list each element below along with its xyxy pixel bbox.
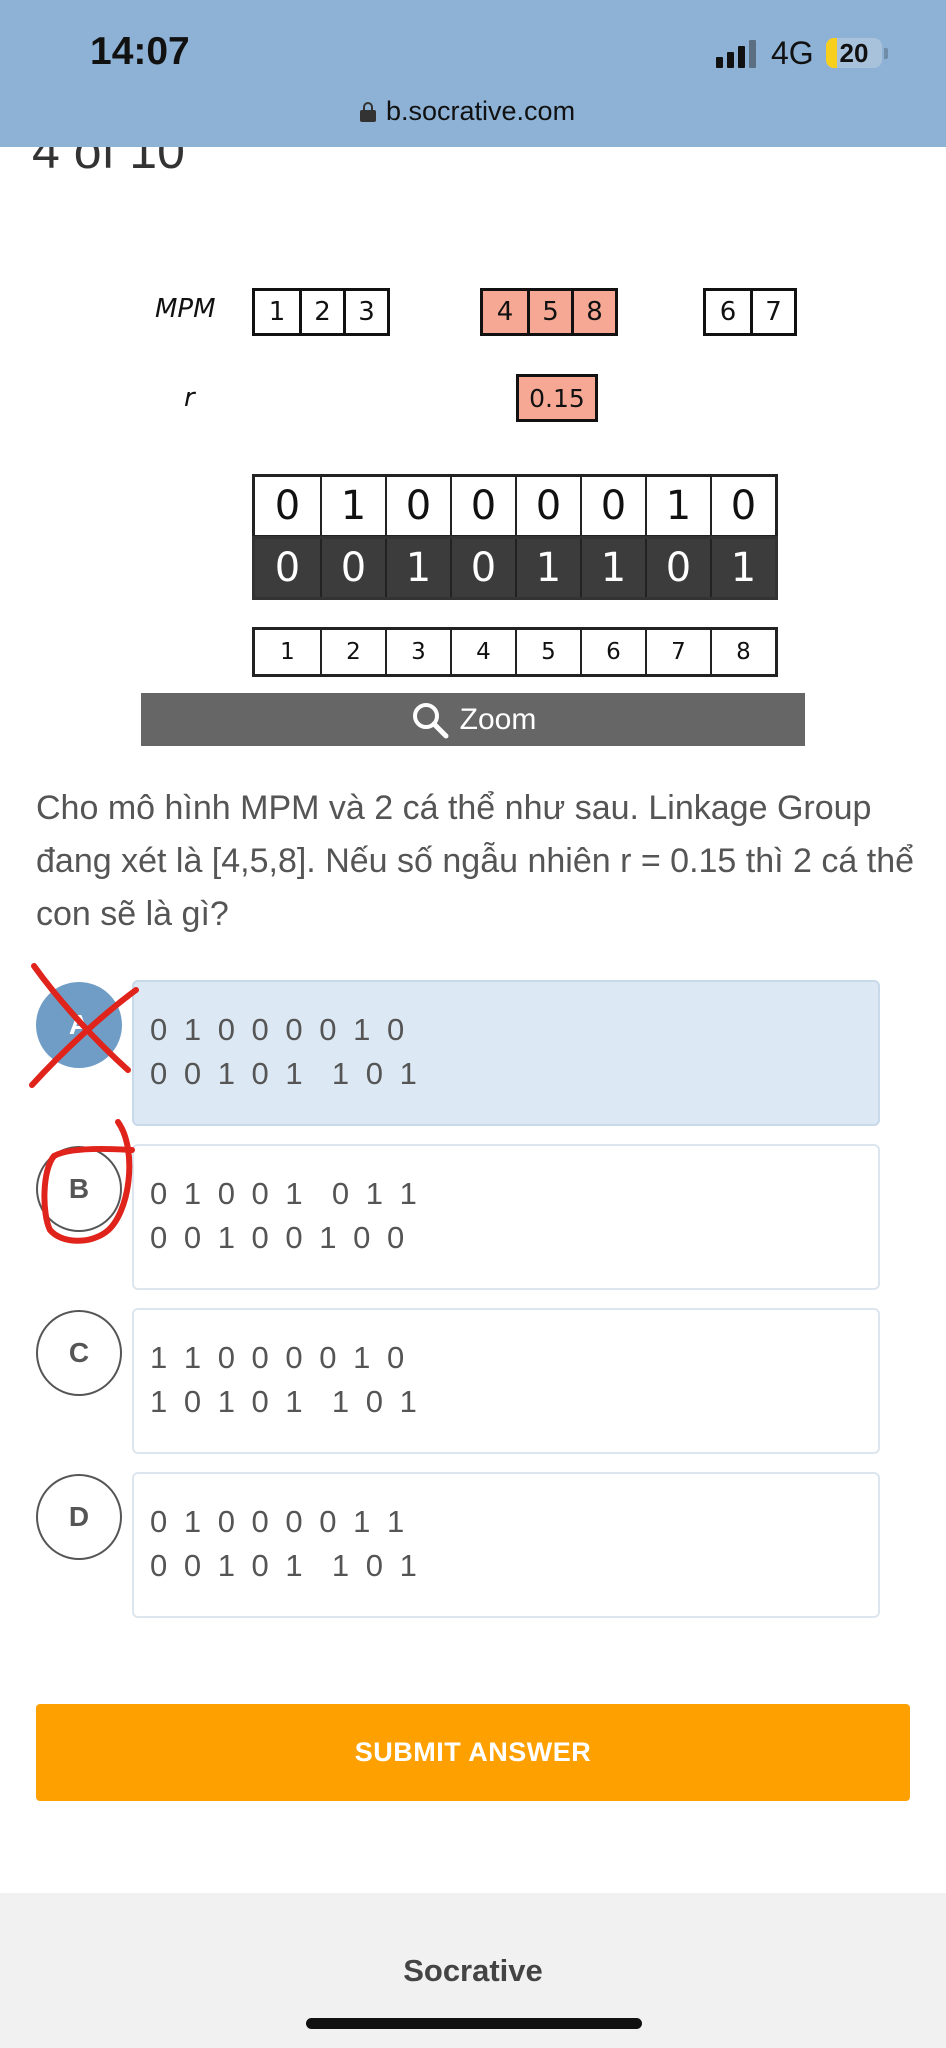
- answer-line-2: 1 0 1 0 1 1 0 1: [150, 1384, 421, 1419]
- gene-cell: 1: [645, 477, 710, 535]
- gene-cell: 0: [320, 539, 385, 597]
- home-indicator[interactable]: [306, 2018, 642, 2029]
- battery-icon: 20: [826, 38, 882, 68]
- mpm-cell: 2: [299, 291, 343, 333]
- answer-option-b[interactable]: B 0 1 0 0 1 0 1 1 0 0 1 0 0 1 0 0: [32, 1144, 880, 1290]
- mpm-cell: 1: [268, 297, 286, 327]
- position-cell: 2: [320, 630, 385, 674]
- gene-cell: 1: [710, 539, 775, 597]
- answer-card[interactable]: 0 1 0 0 0 0 1 0 0 0 1 0 1 1 0 1: [132, 980, 880, 1126]
- position-cell: 3: [385, 630, 450, 674]
- answer-line-1: 1 1 0 0 0 0 1 0: [150, 1340, 409, 1375]
- mpm-cell: 3: [343, 291, 387, 333]
- answer-letter[interactable]: A: [36, 982, 122, 1068]
- answer-line-1: 0 1 0 0 1 0 1 1: [150, 1176, 421, 1211]
- lock-icon: [360, 101, 376, 122]
- mpm-group-2: 4 5 8: [480, 288, 618, 336]
- gene-cell: 0: [255, 477, 320, 535]
- answer-letter[interactable]: D: [36, 1474, 122, 1560]
- position-cell: 4: [450, 630, 515, 674]
- parent-2-chromosome: 0 0 1 0 1 1 0 1: [252, 536, 778, 600]
- r-label: r: [184, 383, 195, 413]
- answer-option-c[interactable]: C 1 1 0 0 0 0 1 0 1 0 1 0 1 1 0 1: [32, 1308, 880, 1454]
- battery-tip: [884, 48, 888, 59]
- gene-cell: 0: [255, 539, 320, 597]
- gene-cell: 0: [710, 477, 775, 535]
- answer-line-2: 0 0 1 0 1 1 0 1: [150, 1548, 421, 1583]
- gene-cell: 1: [580, 539, 645, 597]
- answer-card[interactable]: 0 1 0 0 0 0 1 1 0 0 1 0 1 1 0 1: [132, 1472, 880, 1618]
- r-value-box: 0.15: [516, 374, 598, 422]
- mpm-group-1: 1 2 3: [252, 288, 390, 336]
- mpm-label: MPM: [155, 294, 216, 324]
- question-text: Cho mô hình MPM và 2 cá thể như sau. Lin…: [36, 789, 915, 933]
- position-cell: 7: [645, 630, 710, 674]
- gene-cell: 0: [645, 539, 710, 597]
- status-bar: 14:07 4G 20 b.socrative.com: [0, 0, 946, 147]
- answer-letter[interactable]: B: [36, 1146, 122, 1232]
- mpm-cell: 5: [527, 291, 571, 333]
- mpm-cell: 6: [719, 297, 737, 327]
- zoom-button[interactable]: Zoom: [141, 693, 805, 746]
- parent-1-chromosome: 0 1 0 0 0 0 1 0: [252, 474, 778, 538]
- network-type: 4G: [771, 35, 814, 71]
- mpm-group-3: 6 7: [703, 288, 797, 336]
- position-cell: 6: [580, 630, 645, 674]
- gene-cell: 0: [515, 477, 580, 535]
- position-cell: 5: [515, 630, 580, 674]
- mpm-cell: 4: [483, 291, 527, 333]
- gene-cell: 1: [320, 477, 385, 535]
- cellular-signal-icon: [716, 38, 756, 68]
- answer-option-d[interactable]: D 0 1 0 0 0 0 1 1 0 0 1 0 1 1 0 1: [32, 1472, 880, 1618]
- answer-option-a[interactable]: A 0 1 0 0 0 0 1 0 0 0 1 0 1 1 0 1: [32, 980, 880, 1126]
- zoom-label: Zoom: [459, 702, 537, 736]
- answer-line-1: 0 1 0 0 0 0 1 1: [150, 1504, 409, 1539]
- status-time: 14:07: [90, 30, 190, 73]
- submit-answer-button[interactable]: SUBMIT ANSWER: [36, 1704, 910, 1801]
- mpm-cell: 8: [571, 291, 615, 333]
- answer-card[interactable]: 0 1 0 0 1 0 1 1 0 0 1 0 0 1 0 0: [132, 1144, 880, 1290]
- answer-line-1: 0 1 0 0 0 0 1 0: [150, 1012, 409, 1047]
- address-bar[interactable]: b.socrative.com: [360, 96, 575, 127]
- mpm-cell: 7: [750, 291, 794, 333]
- url-text: b.socrative.com: [386, 96, 576, 126]
- position-cell: 8: [710, 630, 775, 674]
- answer-line-2: 0 0 1 0 0 1 0 0: [150, 1220, 409, 1255]
- battery-percent: 20: [839, 38, 869, 68]
- gene-cell: 0: [450, 477, 515, 535]
- position-cell: 1: [255, 630, 320, 674]
- answer-letter[interactable]: C: [36, 1310, 122, 1396]
- question-figure[interactable]: MPM 1 2 3 4 5 8 6 7 r 0.15 0 1 0 0 0 0 1…: [140, 270, 810, 750]
- footer-brand: Socrative: [403, 1953, 543, 1988]
- gene-cell: 0: [580, 477, 645, 535]
- gene-cell: 0: [450, 539, 515, 597]
- gene-cell: 1: [515, 539, 580, 597]
- position-index-row: 1 2 3 4 5 6 7 8: [252, 627, 778, 677]
- gene-cell: 0: [385, 477, 450, 535]
- magnifier-icon: [412, 702, 449, 738]
- gene-cell: 1: [385, 539, 450, 597]
- answer-line-2: 0 0 1 0 1 1 0 1: [150, 1056, 421, 1091]
- answer-card[interactable]: 1 1 0 0 0 0 1 0 1 0 1 0 1 1 0 1: [132, 1308, 880, 1454]
